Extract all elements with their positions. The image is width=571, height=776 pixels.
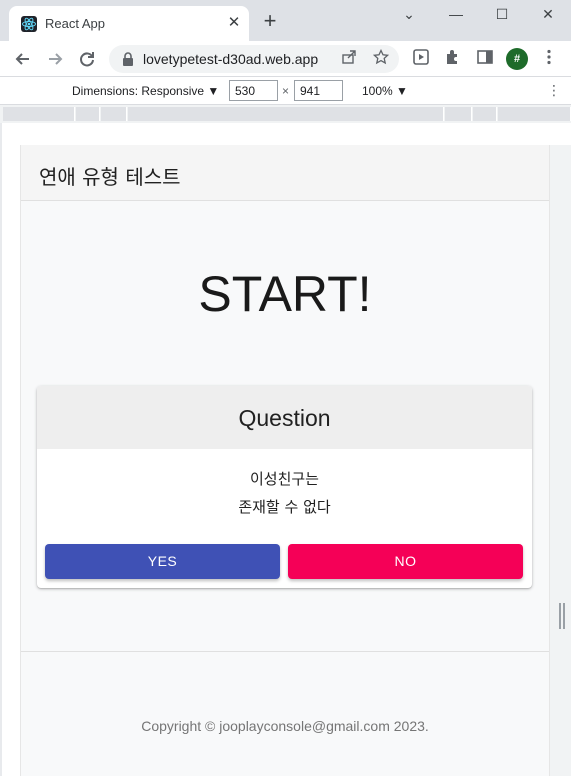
browser-tab[interactable]: React App ✕ <box>9 6 249 41</box>
footer-copyright: Copyright © jooplayconsole@gmail.com 202… <box>141 718 429 734</box>
reload-icon[interactable] <box>76 48 98 70</box>
ruler-segment[interactable] <box>3 107 75 121</box>
footer-divider <box>21 651 549 652</box>
browser-toolbar: lovetypetest-d30ad.web.app # <box>0 41 571 77</box>
media-query-ruler[interactable] <box>0 105 571 123</box>
app-page: 연애 유형 테스트 START! Question 이성친구는 존재할 수 없다… <box>20 145 550 776</box>
emulated-viewport: 연애 유형 테스트 START! Question 이성친구는 존재할 수 없다… <box>0 123 571 776</box>
viewport-height-input[interactable]: 941 <box>294 80 343 101</box>
star-icon[interactable] <box>371 48 391 69</box>
url-text[interactable]: lovetypetest-d30ad.web.app <box>143 51 318 67</box>
viewport-edge <box>0 123 2 776</box>
start-heading: START! <box>198 266 372 322</box>
ruler-segment[interactable] <box>128 107 444 121</box>
maximize-icon[interactable]: ☐ <box>490 4 514 24</box>
extensions-icon[interactable] <box>442 48 464 70</box>
question-card-header: Question <box>37 386 532 449</box>
back-icon[interactable] <box>12 48 34 70</box>
forward-icon[interactable] <box>44 48 66 70</box>
share-icon[interactable] <box>339 49 359 69</box>
dimension-separator: × <box>282 84 290 98</box>
app-header: 연애 유형 테스트 <box>21 145 549 201</box>
minimize-icon[interactable]: — <box>444 4 468 24</box>
menu-icon[interactable] <box>538 48 560 70</box>
address-bar[interactable]: lovetypetest-d30ad.web.app <box>109 45 399 73</box>
dimensions-dropdown[interactable]: Dimensions: Responsive ▼ <box>72 84 219 98</box>
device-toolbar: Dimensions: Responsive ▼ 530 × 941 100% … <box>0 77 571 105</box>
no-button[interactable]: NO <box>288 544 523 579</box>
question-text-line1: 이성친구는 <box>249 470 319 488</box>
side-panel-icon[interactable] <box>474 48 496 70</box>
ruler-segment[interactable] <box>498 107 571 121</box>
ruler-segment[interactable] <box>445 107 472 121</box>
zoom-dropdown[interactable]: 100% ▼ <box>362 84 408 98</box>
lock-icon[interactable] <box>121 51 135 67</box>
ruler-segment[interactable] <box>76 107 100 121</box>
question-title: Question <box>238 405 331 431</box>
tab-search-icon[interactable]: ⌄ <box>397 4 421 24</box>
tab-title: React App <box>45 16 105 31</box>
yes-button[interactable]: YES <box>45 544 280 579</box>
tab-close-icon[interactable]: ✕ <box>225 14 243 32</box>
react-favicon-icon <box>21 16 37 32</box>
new-tab-button[interactable]: + <box>259 10 281 32</box>
ruler-segment[interactable] <box>101 107 127 121</box>
more-options-icon[interactable]: ⋮ <box>547 82 561 99</box>
question-card: Question 이성친구는 존재할 수 없다 YES NO <box>37 386 532 588</box>
resize-grip-icon[interactable] <box>559 603 565 629</box>
app-title: 연애 유형 테스트 <box>39 165 181 189</box>
viewport-width-input[interactable]: 530 <box>229 80 278 101</box>
ruler-segment[interactable] <box>473 107 497 121</box>
media-icon[interactable] <box>410 48 432 70</box>
window-close-icon[interactable]: ✕ <box>536 4 560 24</box>
profile-avatar[interactable]: # <box>506 48 528 70</box>
resize-handle-area[interactable] <box>550 145 571 776</box>
tab-strip: React App ✕ + ⌄ — ☐ ✕ <box>0 0 571 41</box>
question-text-line2: 존재할 수 없다 <box>238 498 331 516</box>
